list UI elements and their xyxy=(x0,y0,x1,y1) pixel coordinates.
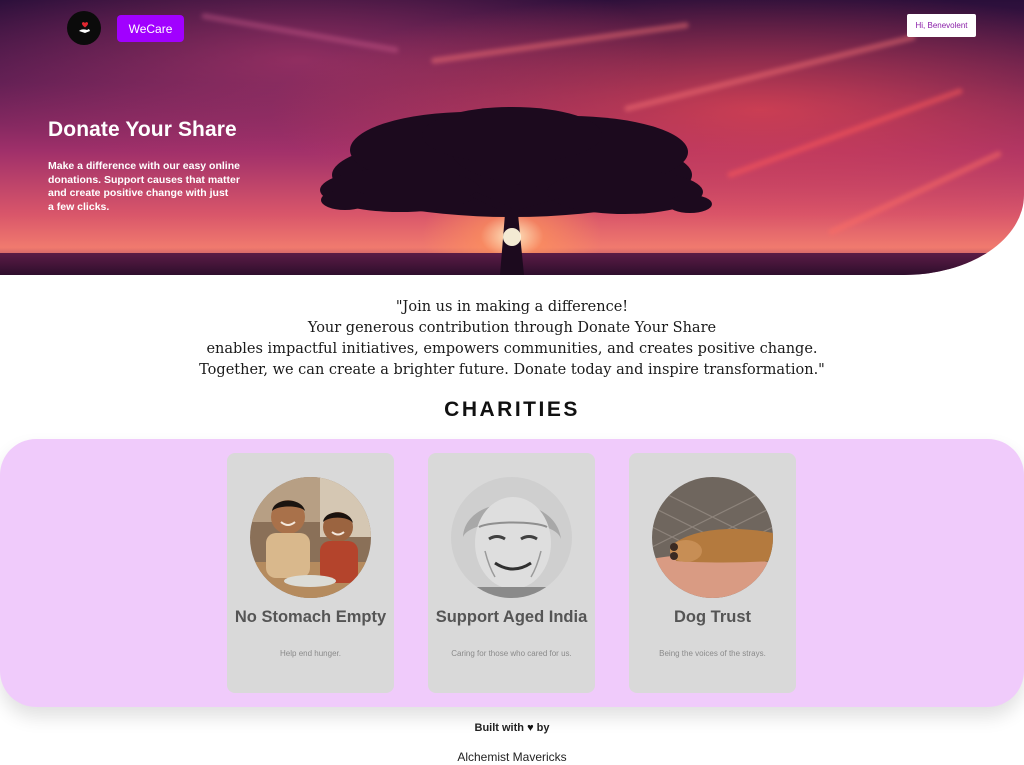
built-suffix: by xyxy=(536,722,550,734)
charity-tagline: Caring for those who cared for us. xyxy=(451,649,572,658)
elderly-woman-photo xyxy=(451,477,572,598)
hero-subtitle: Make a difference with our easy online d… xyxy=(48,160,258,214)
charity-name: Dog Trust xyxy=(674,608,751,626)
charity-card-no-stomach-empty[interactable]: No Stomach Empty Help end hunger. xyxy=(227,453,394,693)
hero-title: Donate Your Share xyxy=(48,118,237,141)
hero-subtitle-line: and create positive change with just xyxy=(48,187,229,199)
charity-tagline: Help end hunger. xyxy=(280,649,341,658)
charities-heading: CHARITIES xyxy=(444,398,580,421)
charity-card-support-aged-india[interactable]: Support Aged India Caring for those who … xyxy=(428,453,595,693)
charity-tagline: Being the voices of the strays. xyxy=(659,649,766,658)
built-prefix: Built with xyxy=(474,722,525,734)
charity-name: Support Aged India xyxy=(435,608,588,626)
hero-banner: WeCare Hi, Benevolent Donate Your Share … xyxy=(0,0,1024,275)
children-photo xyxy=(250,477,371,598)
quote-line: Together, we can create a brighter futur… xyxy=(199,362,825,378)
brand-button[interactable]: WeCare xyxy=(117,15,184,42)
hero-subtitle-line: a few clicks. xyxy=(48,200,110,213)
charities-panel: No Stomach Empty Help end hunger. Suppor… xyxy=(0,439,1024,707)
dog-paw-photo xyxy=(652,477,773,598)
charity-card-dog-trust[interactable]: Dog Trust Being the voices of the strays… xyxy=(629,453,796,693)
quote-line: enables impactful initiatives, empowers … xyxy=(206,341,818,357)
team-name: Alchemist Mavericks xyxy=(457,750,567,764)
logo-icon[interactable] xyxy=(67,11,101,45)
hero-subtitle-line: donations. Support causes that matter xyxy=(48,173,240,186)
quote-line: "Join us in making a difference! xyxy=(395,299,629,315)
hero-subtitle-line: Make a difference with our easy online xyxy=(48,160,240,172)
charity-name: No Stomach Empty xyxy=(234,608,387,626)
hand-heart-logo-icon xyxy=(79,22,90,33)
built-with-line: Built with ♥ by xyxy=(0,722,1024,734)
heart-icon: ♥ xyxy=(527,722,534,734)
quote-line: Your generous contribution through Donat… xyxy=(307,320,717,336)
user-greeting-button[interactable]: Hi, Benevolent xyxy=(907,14,976,37)
mission-quote: "Join us in making a difference! Your ge… xyxy=(0,297,1024,381)
